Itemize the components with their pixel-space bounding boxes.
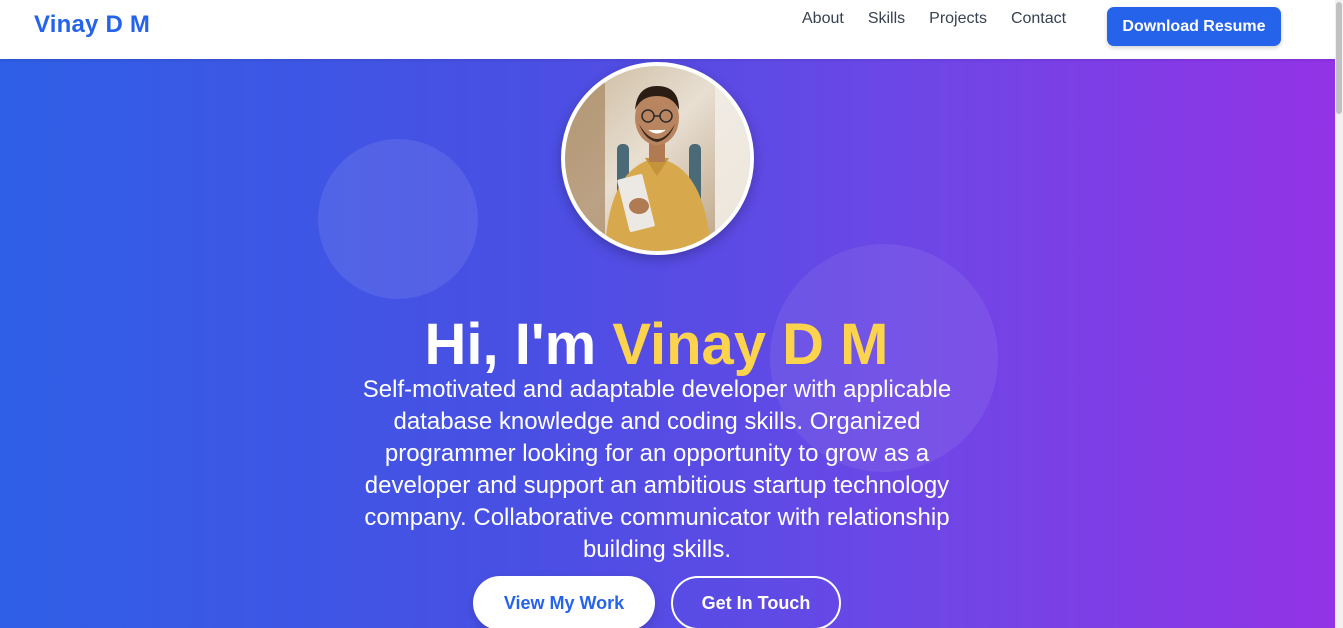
main-nav: About Skills Projects Contact (802, 10, 1090, 28)
site-header: Vinay D M About Skills Projects Contact … (0, 0, 1335, 59)
decorative-circle (318, 139, 478, 299)
hero-name: Vinay D M (612, 311, 889, 377)
hero-bio: Self-motivated and adaptable developer w… (362, 376, 952, 563)
nav-about[interactable]: About (802, 10, 844, 28)
get-in-touch-button[interactable]: Get In Touch (671, 576, 841, 628)
nav-skills[interactable]: Skills (868, 10, 905, 28)
hero-heading: Hi, I'm Vinay D M (0, 311, 1313, 377)
brand-logo[interactable]: Vinay D M (34, 11, 150, 39)
avatar (561, 62, 754, 255)
scrollbar-thumb[interactable] (1336, 2, 1342, 114)
profile-photo-icon (565, 66, 750, 251)
hero-section: Hi, I'm Vinay D M Self-motivated and ada… (0, 59, 1335, 628)
nav-contact[interactable]: Contact (1011, 10, 1066, 28)
view-my-work-button[interactable]: View My Work (473, 576, 655, 628)
greeting-text: Hi, I'm (424, 311, 597, 377)
download-resume-button[interactable]: Download Resume (1107, 7, 1281, 46)
page-scrollbar[interactable] (1335, 0, 1343, 628)
nav-projects[interactable]: Projects (929, 10, 987, 28)
